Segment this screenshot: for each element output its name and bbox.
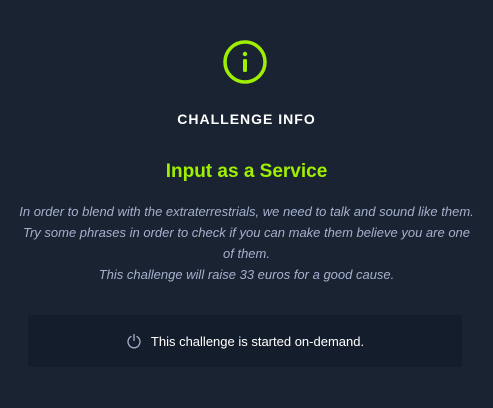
- ondemand-text: This challenge is started on-demand.: [150, 333, 365, 349]
- ondemand-notice: This challenge is started on-demand.: [28, 315, 462, 367]
- challenge-info-modal: CHALLENGE INFO Input as a Service In ord…: [0, 0, 493, 408]
- challenge-title: Input as a Service: [165, 161, 328, 182]
- power-icon: [127, 333, 141, 349]
- modal-heading: CHALLENGE INFO: [177, 111, 316, 127]
- challenge-description: In order to blend with the extraterrestr…: [18, 201, 475, 285]
- description-reward: This challenge will raise 33 euros for a…: [98, 267, 395, 282]
- info-icon: [223, 40, 267, 84]
- description-text: In order to blend with the extraterrestr…: [19, 204, 474, 261]
